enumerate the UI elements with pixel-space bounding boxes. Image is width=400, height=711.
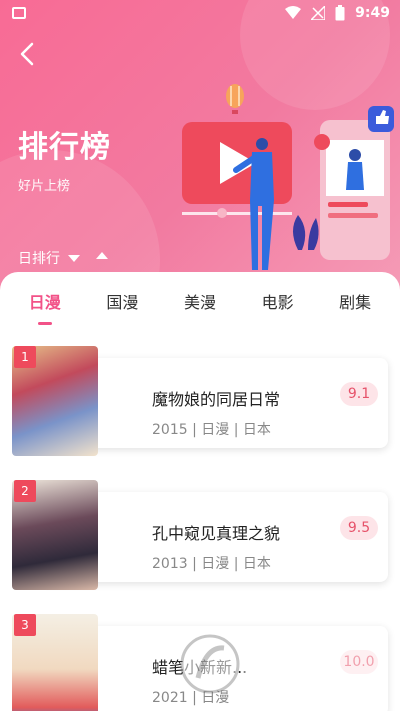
- poster-thumbnail[interactable]: 2: [12, 480, 98, 590]
- dropdown-icon: [68, 254, 80, 262]
- back-icon[interactable]: [14, 40, 42, 68]
- item-title: 魔物娘的同居日常: [152, 390, 281, 409]
- tab-american-anime[interactable]: 美漫: [180, 283, 220, 319]
- status-bar: 9:49: [0, 0, 400, 28]
- collapse-icon[interactable]: [96, 252, 108, 259]
- poster-thumbnail[interactable]: 3: [12, 614, 98, 711]
- period-label: 日排行: [18, 251, 60, 267]
- rank-badge: 2: [14, 480, 36, 502]
- page-subtitle: 好片上榜: [18, 179, 71, 194]
- period-selector[interactable]: 日排行: [18, 248, 80, 268]
- clock: 9:49: [355, 5, 390, 21]
- battery-icon: [335, 5, 345, 21]
- signal-icon: [311, 6, 326, 20]
- wifi-icon: [285, 6, 302, 19]
- score-badge: 9.5: [340, 516, 378, 540]
- item-meta: 2013 | 日漫 | 日本: [152, 556, 271, 572]
- watermark-logo: [180, 634, 384, 698]
- tab-series[interactable]: 剧集: [335, 283, 375, 319]
- rank-badge: 3: [14, 614, 36, 636]
- rank-badge: 1: [14, 346, 36, 368]
- item-title: 孔中窥见真理之貌: [152, 524, 281, 543]
- item-meta: 2015 | 日漫 | 日本: [152, 422, 271, 438]
- tab-japanese-anime[interactable]: 日漫: [25, 283, 65, 319]
- header-banner: 9:49 排行榜 好片上榜 日排行: [0, 0, 400, 290]
- heart-icon: [314, 134, 330, 150]
- tab-chinese-anime[interactable]: 国漫: [102, 283, 142, 319]
- tab-movies[interactable]: 电影: [258, 283, 298, 319]
- list-item[interactable]: 魔物娘的同居日常 2015 | 日漫 | 日本 9.1 1: [12, 346, 388, 456]
- gallery-icon: [12, 7, 26, 19]
- category-tabs: 日漫 国漫 美漫 电影 剧集: [0, 272, 400, 330]
- list-item[interactable]: 孔中窥见真理之貌 2013 | 日漫 | 日本 9.5 2: [12, 480, 388, 590]
- phone-mockup: [320, 120, 390, 260]
- banner-illustration: [182, 84, 394, 270]
- balloon-icon: [226, 84, 244, 114]
- page-title: 排行榜: [18, 130, 111, 165]
- score-badge: 9.1: [340, 382, 378, 406]
- poster-thumbnail[interactable]: 1: [12, 346, 98, 456]
